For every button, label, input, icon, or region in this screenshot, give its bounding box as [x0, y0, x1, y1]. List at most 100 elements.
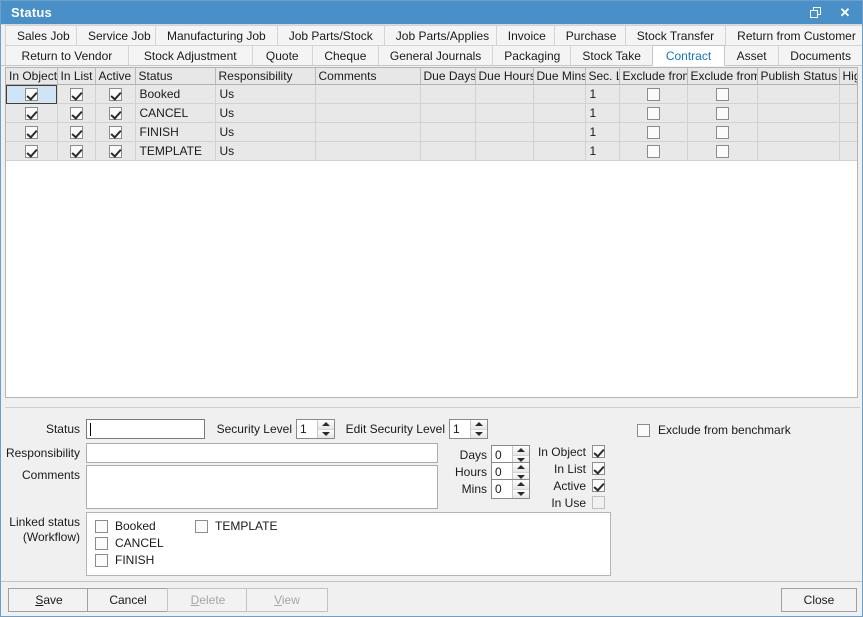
grid-cell-exclude-from-1[interactable]: [619, 104, 687, 123]
grid-header-in-list[interactable]: In List: [57, 68, 95, 85]
grid-cell-status[interactable]: CANCEL: [135, 104, 215, 123]
grid-checkbox-exclude-from-1[interactable]: [647, 88, 660, 101]
grid-cell-due-hours[interactable]: [475, 104, 533, 123]
grid-cell-highlight[interactable]: [839, 104, 858, 123]
table-row[interactable]: BookedUs1: [6, 85, 858, 104]
grid-cell-in-object[interactable]: [6, 142, 57, 161]
tab-sales-job[interactable]: Sales Job: [5, 25, 77, 45]
grid-cell-comments[interactable]: [315, 123, 420, 142]
close-button[interactable]: Close: [781, 588, 857, 612]
tab-return-to-vendor[interactable]: Return to Vendor: [5, 45, 129, 65]
linked-status-item[interactable]: Booked: [95, 519, 156, 533]
grid-header-exclude-from-1[interactable]: Exclude from: [619, 68, 687, 85]
linked-status-checkbox[interactable]: [195, 520, 208, 533]
grid-header-in-object[interactable]: In Object: [6, 68, 57, 85]
grid-cell-comments[interactable]: [315, 142, 420, 161]
grid-checkbox-exclude-from-2[interactable]: [716, 107, 729, 120]
tab-manufacturing-job[interactable]: Manufacturing Job: [155, 25, 278, 45]
grid-header-responsibility[interactable]: Responsibility: [215, 68, 315, 85]
grid-checkbox-in-object[interactable]: [25, 88, 38, 101]
tab-general-journals[interactable]: General Journals: [378, 45, 493, 65]
security-level-stepper[interactable]: 1: [296, 419, 335, 439]
tab-service-job[interactable]: Service Job: [76, 25, 156, 45]
grid-header-due-mins[interactable]: Due Mins: [533, 68, 585, 85]
grid-cell-status[interactable]: TEMPLATE: [135, 142, 215, 161]
grid-header-publish-status[interactable]: Publish Status: [757, 68, 839, 85]
security-level-up[interactable]: [318, 420, 334, 430]
grid-cell-publish-status[interactable]: [757, 85, 839, 104]
edit-security-level-up[interactable]: [471, 420, 487, 430]
grid-cell-due-mins[interactable]: [533, 85, 585, 104]
grid-cell-due-days[interactable]: [420, 142, 475, 161]
grid-cell-exclude-from-2[interactable]: [687, 104, 757, 123]
grid-cell-sec-l[interactable]: 1: [585, 104, 619, 123]
security-level-down[interactable]: [318, 430, 334, 439]
tab-stock-adjustment[interactable]: Stock Adjustment: [128, 45, 253, 65]
grid-header-due-days[interactable]: Due Days: [420, 68, 475, 85]
grid-cell-due-hours[interactable]: [475, 142, 533, 161]
grid-checkbox-exclude-from-2[interactable]: [716, 126, 729, 139]
grid-cell-responsibility[interactable]: Us: [215, 104, 315, 123]
grid-cell-due-mins[interactable]: [533, 104, 585, 123]
grid-header-comments[interactable]: Comments: [315, 68, 420, 85]
in-list-row[interactable]: In List: [515, 460, 605, 477]
linked-status-checkbox[interactable]: [95, 520, 108, 533]
grid-cell-status[interactable]: Booked: [135, 85, 215, 104]
responsibility-input[interactable]: [86, 443, 438, 463]
grid-header-active[interactable]: Active: [95, 68, 135, 85]
grid-cell-highlight[interactable]: [839, 142, 858, 161]
grid-cell-in-list[interactable]: [57, 104, 95, 123]
grid-cell-publish-status[interactable]: [757, 104, 839, 123]
grid-cell-exclude-from-1[interactable]: [619, 123, 687, 142]
edit-security-level-stepper[interactable]: 1: [449, 419, 488, 439]
grid-checkbox-in-list[interactable]: [70, 145, 83, 158]
grid-cell-active[interactable]: [95, 104, 135, 123]
grid-cell-in-list[interactable]: [57, 142, 95, 161]
grid-cell-active[interactable]: [95, 123, 135, 142]
grid-checkbox-exclude-from-1[interactable]: [647, 145, 660, 158]
exclude-from-benchmark-row[interactable]: Exclude from benchmark: [637, 423, 791, 437]
tab-quote[interactable]: Quote: [252, 45, 313, 65]
grid-checkbox-active[interactable]: [109, 126, 122, 139]
grid-header-sec-l[interactable]: Sec. L: [585, 68, 619, 85]
grid-cell-in-list[interactable]: [57, 123, 95, 142]
grid-checkbox-exclude-from-2[interactable]: [716, 88, 729, 101]
grid-cell-due-hours[interactable]: [475, 123, 533, 142]
tab-stock-take[interactable]: Stock Take: [570, 45, 653, 65]
grid-checkbox-in-list[interactable]: [70, 107, 83, 120]
cancel-button[interactable]: Cancel: [87, 588, 169, 612]
linked-status-checkbox[interactable]: [95, 537, 108, 550]
tab-asset[interactable]: Asset: [724, 45, 779, 65]
tab-return-from-customer[interactable]: Return from Customer: [725, 25, 863, 45]
grid-cell-in-object[interactable]: [6, 123, 57, 142]
grid-cell-in-object[interactable]: [6, 104, 57, 123]
grid-header-due-hours[interactable]: Due Hours: [475, 68, 533, 85]
grid-checkbox-active[interactable]: [109, 145, 122, 158]
in-object-row[interactable]: In Object: [515, 443, 605, 460]
grid-cell-due-days[interactable]: [420, 123, 475, 142]
grid-cell-in-list[interactable]: [57, 85, 95, 104]
linked-status-item[interactable]: CANCEL: [95, 536, 164, 550]
tab-packaging[interactable]: Packaging: [492, 45, 571, 65]
comments-input[interactable]: [86, 465, 438, 509]
grid-checkbox-exclude-from-1[interactable]: [647, 126, 660, 139]
grid-cell-comments[interactable]: [315, 104, 420, 123]
grid-cell-publish-status[interactable]: [757, 142, 839, 161]
tab-stock-transfer[interactable]: Stock Transfer: [625, 25, 726, 45]
tab-contract[interactable]: Contract: [652, 45, 725, 66]
table-row[interactable]: CANCELUs 1: [6, 104, 858, 123]
grid-checkbox-in-object[interactable]: [25, 107, 38, 120]
grid-cell-highlight[interactable]: [839, 123, 858, 142]
grid-cell-due-mins[interactable]: [533, 123, 585, 142]
linked-status-checkbox[interactable]: [95, 554, 108, 567]
table-row[interactable]: FINISHUs1: [6, 123, 858, 142]
grid-cell-responsibility[interactable]: Us: [215, 85, 315, 104]
edit-security-level-arrows[interactable]: [470, 420, 487, 438]
tab-invoice[interactable]: Invoice: [496, 25, 555, 45]
save-button[interactable]: Save: [8, 588, 90, 612]
grid-cell-due-days[interactable]: [420, 85, 475, 104]
grid-header-status[interactable]: Status: [135, 68, 215, 85]
grid-checkbox-exclude-from-2[interactable]: [716, 145, 729, 158]
grid-checkbox-in-object[interactable]: [25, 145, 38, 158]
status-input[interactable]: [86, 419, 205, 439]
